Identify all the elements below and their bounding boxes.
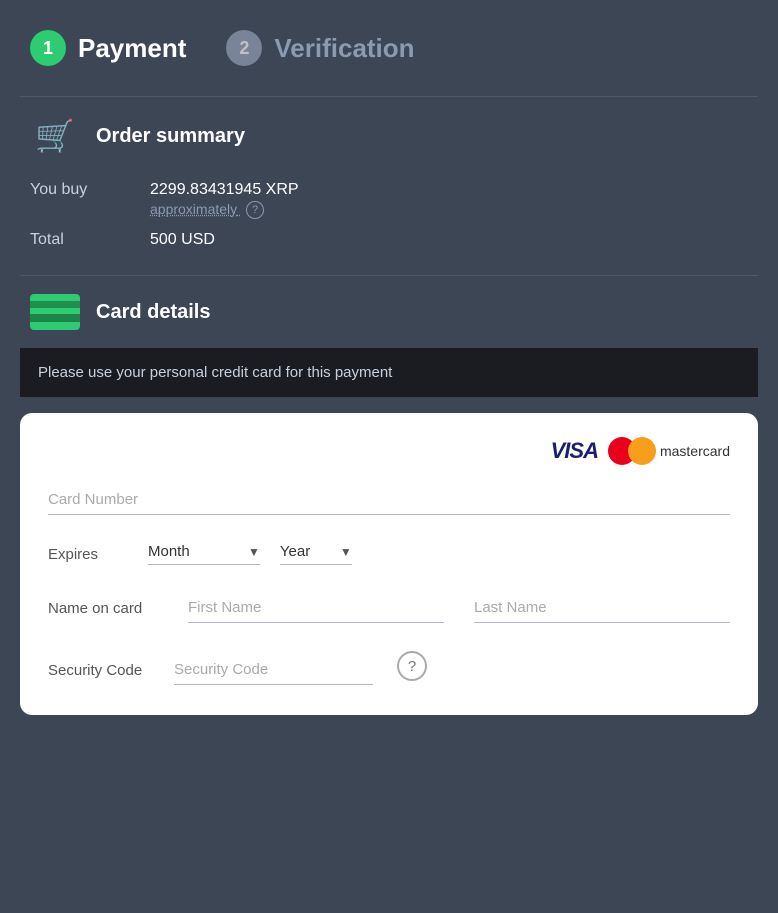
last-name-input[interactable] [474,593,730,622]
visa-logo: VISA [551,438,598,464]
order-summary-header: 🛒 Order summary [20,97,758,175]
you-buy-row: You buy 2299.83431945 XRP approximately … [30,175,748,225]
name-on-card-row: Name on card [48,593,730,623]
month-select-wrap[interactable]: Month January February March April May J… [148,543,260,565]
security-help-icon[interactable]: ? [397,651,427,681]
security-code-input-wrap [174,655,373,685]
order-summary-section: 🛒 Order summary You buy 2299.83431945 XR… [20,97,758,275]
warning-banner: Please use your personal credit card for… [20,348,758,397]
card-logos: VISA mastercard [48,437,730,465]
month-select[interactable]: Month January February March April May J… [148,543,240,560]
mastercard-circle-right [628,437,656,465]
you-buy-value-col: 2299.83431945 XRP approximately ? [150,181,299,219]
total-label: Total [30,231,130,249]
security-code-label: Security Code [48,662,158,685]
amount-xrp: 2299.83431945 XRP [150,181,299,199]
card-details-section: Card details Please use your personal cr… [20,276,758,715]
steps-header: 1 Payment 2 Verification [20,30,758,66]
card-number-input[interactable] [48,485,730,515]
security-code-input[interactable] [174,655,373,684]
first-name-input[interactable] [188,593,444,622]
month-chevron-icon: ▼ [248,545,260,559]
step-1-label: Payment [78,33,186,64]
step-payment: 1 Payment [30,30,186,66]
total-row: Total 500 USD [30,225,748,255]
mastercard-label: mastercard [660,443,730,459]
card-details-header: Card details [20,276,758,348]
year-chevron-icon: ▼ [340,545,352,559]
step-1-circle: 1 [30,30,66,66]
you-buy-label: You buy [30,181,130,199]
expires-row: Expires Month January February March Apr… [48,543,730,565]
card-form: VISA mastercard Expires Month January Fe… [20,413,758,715]
year-select-wrap[interactable]: Year 2024 2025 2026 2027 2028 2029 2030 … [280,543,352,565]
security-code-row: Security Code ? [48,651,730,685]
step-2-label: Verification [274,33,414,64]
approximately-info-icon[interactable]: ? [246,201,264,219]
card-details-title: Card details [96,301,210,324]
total-value: 500 USD [150,231,215,249]
mastercard-logo: mastercard [608,437,730,465]
card-number-field [48,485,730,515]
order-table: You buy 2299.83431945 XRP approximately … [20,175,758,275]
step-2-circle: 2 [226,30,262,66]
year-select[interactable]: Year 2024 2025 2026 2027 2028 2029 2030 [280,543,332,560]
first-name-wrap [188,593,444,623]
cart-icon: 🛒 [30,115,80,157]
card-icon [30,294,80,330]
order-summary-title: Order summary [96,125,245,148]
step-verification: 2 Verification [226,30,414,66]
name-on-card-label: Name on card [48,600,158,623]
last-name-wrap [474,593,730,623]
expires-label: Expires [48,546,128,563]
approximately-label: approximately ? [150,201,299,219]
